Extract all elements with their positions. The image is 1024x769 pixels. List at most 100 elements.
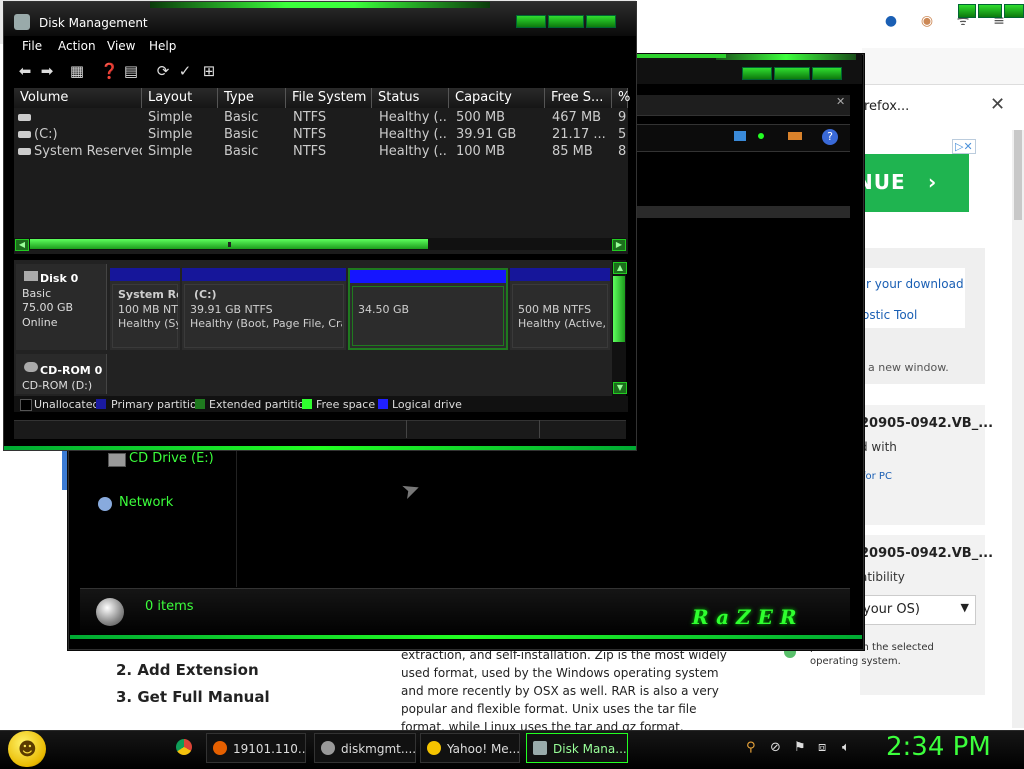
- properties-icon[interactable]: ▤: [122, 62, 140, 80]
- maximize-button[interactable]: [548, 15, 584, 28]
- explorer-nav-pane: [70, 451, 237, 587]
- rescan-disks-icon[interactable]: ⊞: [200, 62, 218, 80]
- task-label: Yahoo! Me...: [447, 742, 520, 756]
- vscroll-thumb[interactable]: [613, 276, 625, 342]
- scroll-up-button[interactable]: ▲: [613, 262, 627, 274]
- forward-arrow-icon[interactable]: ➡: [38, 62, 56, 80]
- cell-free-space: 21.17 ...: [552, 127, 606, 142]
- os-select[interactable]: your OS) ▼: [860, 595, 976, 625]
- task-label: Disk Mana...: [553, 742, 627, 756]
- partition-unallocated-selected[interactable]: 34.50 GB: [348, 268, 508, 350]
- taskbar-item-firefox[interactable]: 19101.110...: [206, 733, 306, 763]
- close-button[interactable]: [812, 67, 842, 80]
- column-header-percent[interactable]: %: [612, 88, 630, 108]
- page-scrollbar-thumb[interactable]: [1014, 130, 1022, 220]
- back-arrow-icon[interactable]: ⬅: [16, 62, 34, 80]
- clear-address-icon[interactable]: ✕: [836, 95, 845, 108]
- browser-tab-title[interactable]: refox...: [864, 99, 909, 114]
- volume-icon[interactable]: 🔈︎: [842, 740, 850, 755]
- diagnostic-tool-link[interactable]: ostic Tool: [862, 308, 917, 322]
- maximize-button[interactable]: [774, 67, 810, 80]
- clock[interactable]: 2:34 PM: [886, 732, 991, 762]
- chrome-icon[interactable]: [176, 739, 192, 755]
- column-header-layout[interactable]: Layout: [142, 88, 218, 108]
- extension-icon[interactable]: ◉: [918, 12, 936, 30]
- close-button[interactable]: [586, 15, 616, 28]
- ad-close-icon[interactable]: ▷✕: [952, 139, 976, 154]
- view-icon[interactable]: [734, 131, 746, 141]
- partition-system-reserved[interactable]: System Re 100 MB NTF Healthy (Sy: [110, 268, 180, 350]
- refresh-icon[interactable]: ⟳: [154, 62, 172, 80]
- column-header-free-space[interactable]: Free S...: [545, 88, 612, 108]
- close-button[interactable]: [1004, 4, 1024, 18]
- file-card-link[interactable]: for PC: [862, 471, 892, 482]
- console-tree-icon[interactable]: ▦: [68, 62, 86, 80]
- dm-window-controls: [516, 15, 616, 28]
- scroll-right-button[interactable]: ▶: [612, 239, 626, 251]
- cell-layout: Simple: [148, 144, 193, 159]
- explorer-address-bar[interactable]: [636, 95, 850, 116]
- no-sign-icon[interactable]: ⊘: [770, 740, 781, 755]
- cell-type: Basic: [224, 110, 259, 125]
- minimize-button[interactable]: [958, 4, 976, 18]
- flag-icon[interactable]: ⚑: [794, 740, 806, 755]
- maximize-button[interactable]: [978, 4, 1002, 18]
- account-icon[interactable]: ●: [882, 12, 900, 30]
- cell-file-system: NTFS: [293, 127, 327, 142]
- partition-c[interactable]: (C:) 39.91 GB NTFS Healthy (Boot, Page F…: [182, 268, 346, 350]
- disk-management-icon: [533, 741, 547, 755]
- disk-state: Online: [22, 316, 58, 329]
- download-link[interactable]: r your download: [866, 277, 964, 291]
- folder-icon[interactable]: [788, 132, 802, 140]
- taskbar-item-yahoo[interactable]: Yahoo! Me...: [420, 733, 520, 763]
- minimize-button[interactable]: [742, 67, 772, 80]
- menu-help[interactable]: Help: [149, 39, 176, 53]
- step-item[interactable]: 3. Get Full Manual: [116, 684, 270, 711]
- network-tray-icon[interactable]: ⧈: [818, 740, 826, 755]
- explorer-window-controls: [742, 67, 842, 80]
- close-tab-icon[interactable]: ✕: [990, 94, 1005, 115]
- menu-file[interactable]: File: [22, 39, 42, 53]
- partition-recovery[interactable]: 500 MB NTFS Healthy (Active, I: [510, 268, 610, 350]
- top-window-controls: [958, 4, 1024, 20]
- compat-card-subtitle: atibility: [860, 570, 905, 584]
- partition-size: 34.50 GB: [358, 303, 410, 316]
- menu-view[interactable]: View: [107, 39, 135, 53]
- disk-0-label[interactable]: Disk 0 Basic 75.00 GB Online: [16, 264, 107, 350]
- menu-action[interactable]: Action: [58, 39, 96, 53]
- taskbar-item-disk-management[interactable]: Disk Mana...: [526, 733, 628, 763]
- column-header-capacity[interactable]: Capacity: [449, 88, 545, 108]
- column-header-volume[interactable]: Volume: [14, 88, 142, 108]
- column-header-type[interactable]: Type: [218, 88, 286, 108]
- search-icon[interactable]: ⚲: [746, 740, 756, 755]
- scroll-left-button[interactable]: ◀: [15, 239, 29, 251]
- status-dot-icon: [758, 133, 764, 139]
- column-header-status[interactable]: Status: [372, 88, 449, 108]
- nav-item-network[interactable]: Network: [98, 495, 173, 510]
- step-item[interactable]: 2. Add Extension: [116, 657, 270, 684]
- cell-type: Basic: [224, 127, 259, 142]
- file-card-title: 20905-0942.VB_...: [860, 416, 994, 431]
- nav-item-cd-drive[interactable]: CD Drive (E:): [108, 451, 214, 466]
- minimize-button[interactable]: [516, 15, 546, 28]
- help-icon[interactable]: ❓: [100, 62, 119, 80]
- check-icon[interactable]: ✓: [176, 62, 194, 80]
- disk-icon: [321, 741, 335, 755]
- partition-status: Healthy (Boot, Page File, Crash: [190, 317, 342, 330]
- partition-size: 39.91 GB NTFS: [190, 303, 273, 316]
- cdrom-label[interactable]: CD-ROM 0 CD-ROM (D:): [16, 354, 107, 394]
- help-icon[interactable]: ?: [822, 129, 838, 145]
- legend-logical-drive: Logical drive: [392, 398, 462, 411]
- drive-icon: [18, 114, 31, 121]
- ad-continue-button[interactable]: NUE ›: [856, 154, 969, 212]
- legend-swatch: [20, 399, 32, 411]
- legend-extended-partition: Extended partition: [209, 398, 312, 411]
- column-header-file-system[interactable]: File System: [286, 88, 372, 108]
- taskbar-item-diskmgmt[interactable]: diskmgmt....: [314, 733, 416, 763]
- explorer-command-bar: ?: [636, 124, 850, 152]
- firefox-icon: [213, 741, 227, 755]
- legend-unallocated: Unallocated: [34, 398, 100, 411]
- scroll-down-button[interactable]: ▼: [613, 382, 627, 394]
- dm-status-bar: [14, 420, 626, 439]
- cell-free-space: 467 MB: [552, 110, 602, 125]
